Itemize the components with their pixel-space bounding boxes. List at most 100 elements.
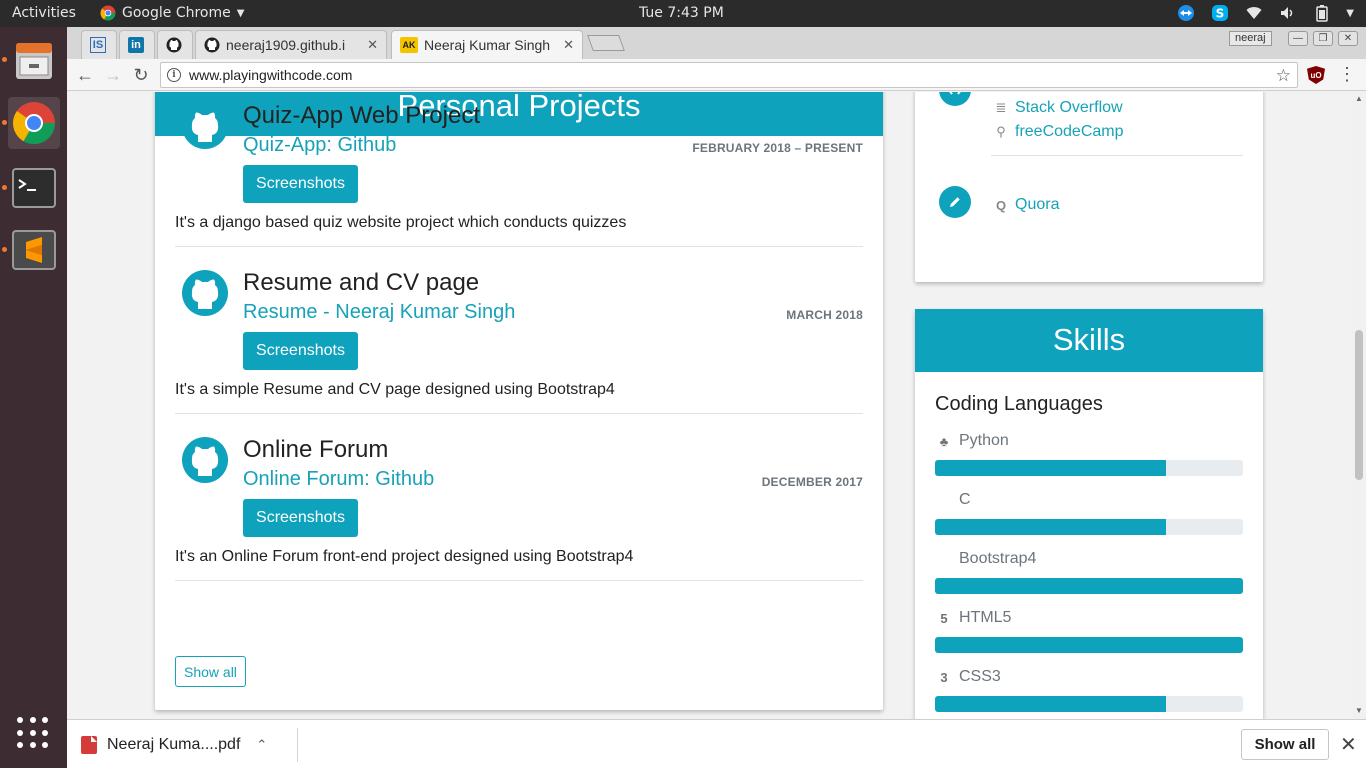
tab-1[interactable]: IS (81, 30, 117, 59)
svg-text:S: S (1216, 7, 1225, 21)
skills-card: Skills Coding Languages ♣ Python C Bootstra… (915, 309, 1263, 719)
wifi-icon[interactable] (1244, 3, 1264, 23)
launcher-chrome[interactable] (8, 97, 60, 149)
browser-toolbar: ← → ↻ i www.playingwithcode.com ☆ uO ⋮ (67, 59, 1366, 91)
stack-overflow-link[interactable]: ≣ Stack Overflow (993, 99, 1123, 117)
project-description: It's an Online Forum front-end project d… (175, 548, 634, 565)
skill-item: 5 HTML5 (935, 608, 1243, 653)
freecodecamp-link[interactable]: ⚲ freeCodeCamp (993, 123, 1123, 141)
skill-item: Bootstrap4 (935, 549, 1243, 594)
github-icon (181, 436, 229, 484)
address-bar[interactable]: i www.playingwithcode.com ☆ (160, 62, 1298, 88)
maximize-button[interactable]: ❐ (1313, 31, 1333, 46)
screenshots-button[interactable]: Screenshots (243, 499, 358, 537)
show-all-downloads-button[interactable]: Show all (1241, 729, 1329, 760)
reload-icon[interactable]: ↻ (130, 64, 152, 86)
app-grid-icon[interactable] (17, 717, 49, 749)
tab-2[interactable]: in (119, 30, 155, 59)
screenshots-button[interactable]: Screenshots (243, 332, 358, 370)
projects-card: Personal Projects Quiz-App Web Project Qu… (155, 92, 883, 710)
teamviewer-icon[interactable] (1176, 3, 1196, 23)
launcher-sublime-text[interactable] (8, 224, 60, 276)
skill-name: Python (959, 432, 1009, 449)
project-title: Quiz-App Web Project (243, 102, 480, 129)
scroll-up-arrow-icon[interactable]: ▲ (1355, 94, 1363, 103)
scroll-down-arrow-icon[interactable]: ▼ (1355, 706, 1363, 715)
running-indicator (2, 57, 7, 62)
tab-title: Neeraj Kumar Singh (424, 37, 551, 53)
skill-name-row: Bootstrap4 (935, 549, 1243, 569)
menu-icon[interactable]: ⋮ (1338, 65, 1356, 83)
skill-name: Bootstrap4 (959, 550, 1037, 567)
skill-name-row: ♣ Python (935, 431, 1243, 451)
activities-button[interactable]: Activities (12, 5, 76, 21)
profile-button[interactable]: neeraj (1229, 31, 1272, 46)
tab-active[interactable]: AK Neeraj Kumar Singh ✕ (391, 30, 583, 59)
linkedin-icon: in (128, 37, 144, 53)
tab-favicon: IS (90, 37, 106, 53)
divider (991, 155, 1243, 156)
scrollbar-thumb[interactable] (1355, 330, 1363, 480)
show-all-projects-button[interactable]: Show all (175, 656, 246, 687)
bookmark-star-icon[interactable]: ☆ (1276, 66, 1291, 86)
project-date: FEBRUARY 2018 – PRESENT (692, 141, 863, 155)
skill-progress-fill (935, 460, 1166, 476)
browser-window: IS in neeraj1909.github.i ✕ AK Neeraj Ku… (67, 27, 1366, 768)
divider (175, 580, 863, 581)
chevron-down-icon: ▼ (236, 7, 245, 19)
skill-progress-fill (935, 696, 1166, 712)
download-item[interactable]: Neeraj Kuma....pdf ⌃ (81, 728, 267, 762)
skill-name: HTML5 (959, 609, 1012, 626)
chrome-icon (100, 5, 116, 21)
tab-3[interactable] (157, 30, 193, 59)
new-tab-button[interactable] (587, 35, 625, 51)
close-icon[interactable]: ✕ (367, 37, 378, 53)
launcher-files[interactable] (8, 35, 60, 87)
system-top-bar: Activities Google Chrome ▼ Tue 7:43 PM S… (0, 0, 1366, 27)
project-link[interactable]: Quiz-App: Github (243, 134, 396, 157)
volume-icon[interactable] (1278, 3, 1298, 23)
close-icon[interactable]: ✕ (563, 37, 574, 53)
close-icon[interactable]: ✕ (1340, 732, 1357, 757)
forward-arrow-icon[interactable]: → (102, 64, 124, 86)
skype-icon[interactable]: S (1210, 3, 1230, 23)
skill-item: C (935, 490, 1243, 535)
battery-icon[interactable] (1312, 3, 1332, 23)
project-link[interactable]: Resume - Neeraj Kumar Singh (243, 301, 515, 324)
quora-label: Quora (1015, 196, 1060, 213)
sublime-text-icon (12, 230, 56, 270)
scrollbar[interactable]: ▲ ▼ (1352, 92, 1366, 719)
tab-title: neeraj1909.github.i (226, 37, 346, 53)
app-menu[interactable]: Google Chrome ▼ (100, 5, 244, 21)
screenshots-button[interactable]: Screenshots (243, 165, 358, 203)
divider (175, 246, 863, 247)
pdf-file-icon (81, 736, 97, 754)
project-description: It's a simple Resume and CV page designe… (175, 381, 615, 398)
skill-item: 3 CSS3 (935, 667, 1243, 712)
tab-4[interactable]: neeraj1909.github.i ✕ (195, 30, 387, 59)
quora-link[interactable]: Q Quora (993, 196, 1060, 214)
skill-name-row: C (935, 490, 1243, 510)
skill-progress-track (935, 637, 1243, 653)
clock[interactable]: Tue 7:43 PM (639, 5, 724, 21)
close-window-button[interactable]: ✕ (1338, 31, 1358, 46)
launcher (0, 27, 67, 768)
project-title: Online Forum (243, 436, 389, 463)
back-arrow-icon[interactable]: ← (74, 64, 96, 86)
minimize-button[interactable]: — (1288, 31, 1308, 46)
github-icon (204, 37, 220, 53)
skill-progress-track (935, 460, 1243, 476)
tab-strip: IS in neeraj1909.github.i ✕ AK Neeraj Ku… (67, 27, 1366, 59)
python-icon: ♣ (939, 433, 949, 449)
download-shelf: Neeraj Kuma....pdf ⌃ Show all ✕ (67, 719, 1366, 768)
launcher-terminal[interactable] (8, 162, 60, 214)
ublock-origin-icon[interactable]: uO (1307, 66, 1325, 84)
project-link[interactable]: Online Forum: Github (243, 468, 434, 491)
app-menu-label: Google Chrome (122, 5, 231, 21)
running-indicator (2, 247, 7, 252)
skill-progress-track (935, 519, 1243, 535)
system-tray: S ▼ (1176, 3, 1354, 23)
info-icon[interactable]: i (167, 68, 181, 82)
chevron-down-icon[interactable]: ▼ (1346, 8, 1354, 19)
chevron-up-icon[interactable]: ⌃ (256, 737, 267, 753)
